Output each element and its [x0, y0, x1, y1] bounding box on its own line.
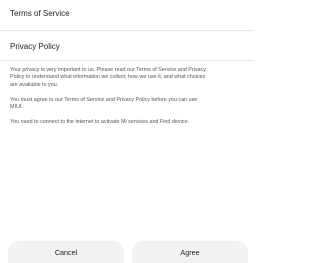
privacy-policy-link[interactable]: Privacy Policy	[10, 42, 60, 51]
privacy-intro-text: Your privacy is very important to us. Pl…	[10, 67, 250, 89]
agree-button[interactable]: Agree	[132, 241, 248, 263]
internet-requirement-text: You need to connect to the internet to a…	[10, 119, 250, 126]
cancel-button[interactable]: Cancel	[8, 241, 124, 263]
divider	[0, 30, 254, 31]
agree-button-label: Agree	[180, 248, 200, 257]
cancel-button-label: Cancel	[54, 248, 78, 257]
text-line: Policy to understand what information we…	[10, 74, 206, 81]
text-line: are available to you.	[10, 81, 59, 88]
text-line: MIUI.	[10, 104, 23, 111]
divider	[0, 60, 254, 61]
text-line: You need to connect to the internet to a…	[10, 119, 189, 125]
text-line: Your privacy is very important to us. Pl…	[10, 67, 206, 73]
text-line: You must agree to our Terms of Service a…	[10, 97, 198, 103]
agreement-requirement-text: You must agree to our Terms of Service a…	[10, 97, 250, 112]
terms-of-service-link[interactable]: Terms of Service	[10, 9, 70, 18]
